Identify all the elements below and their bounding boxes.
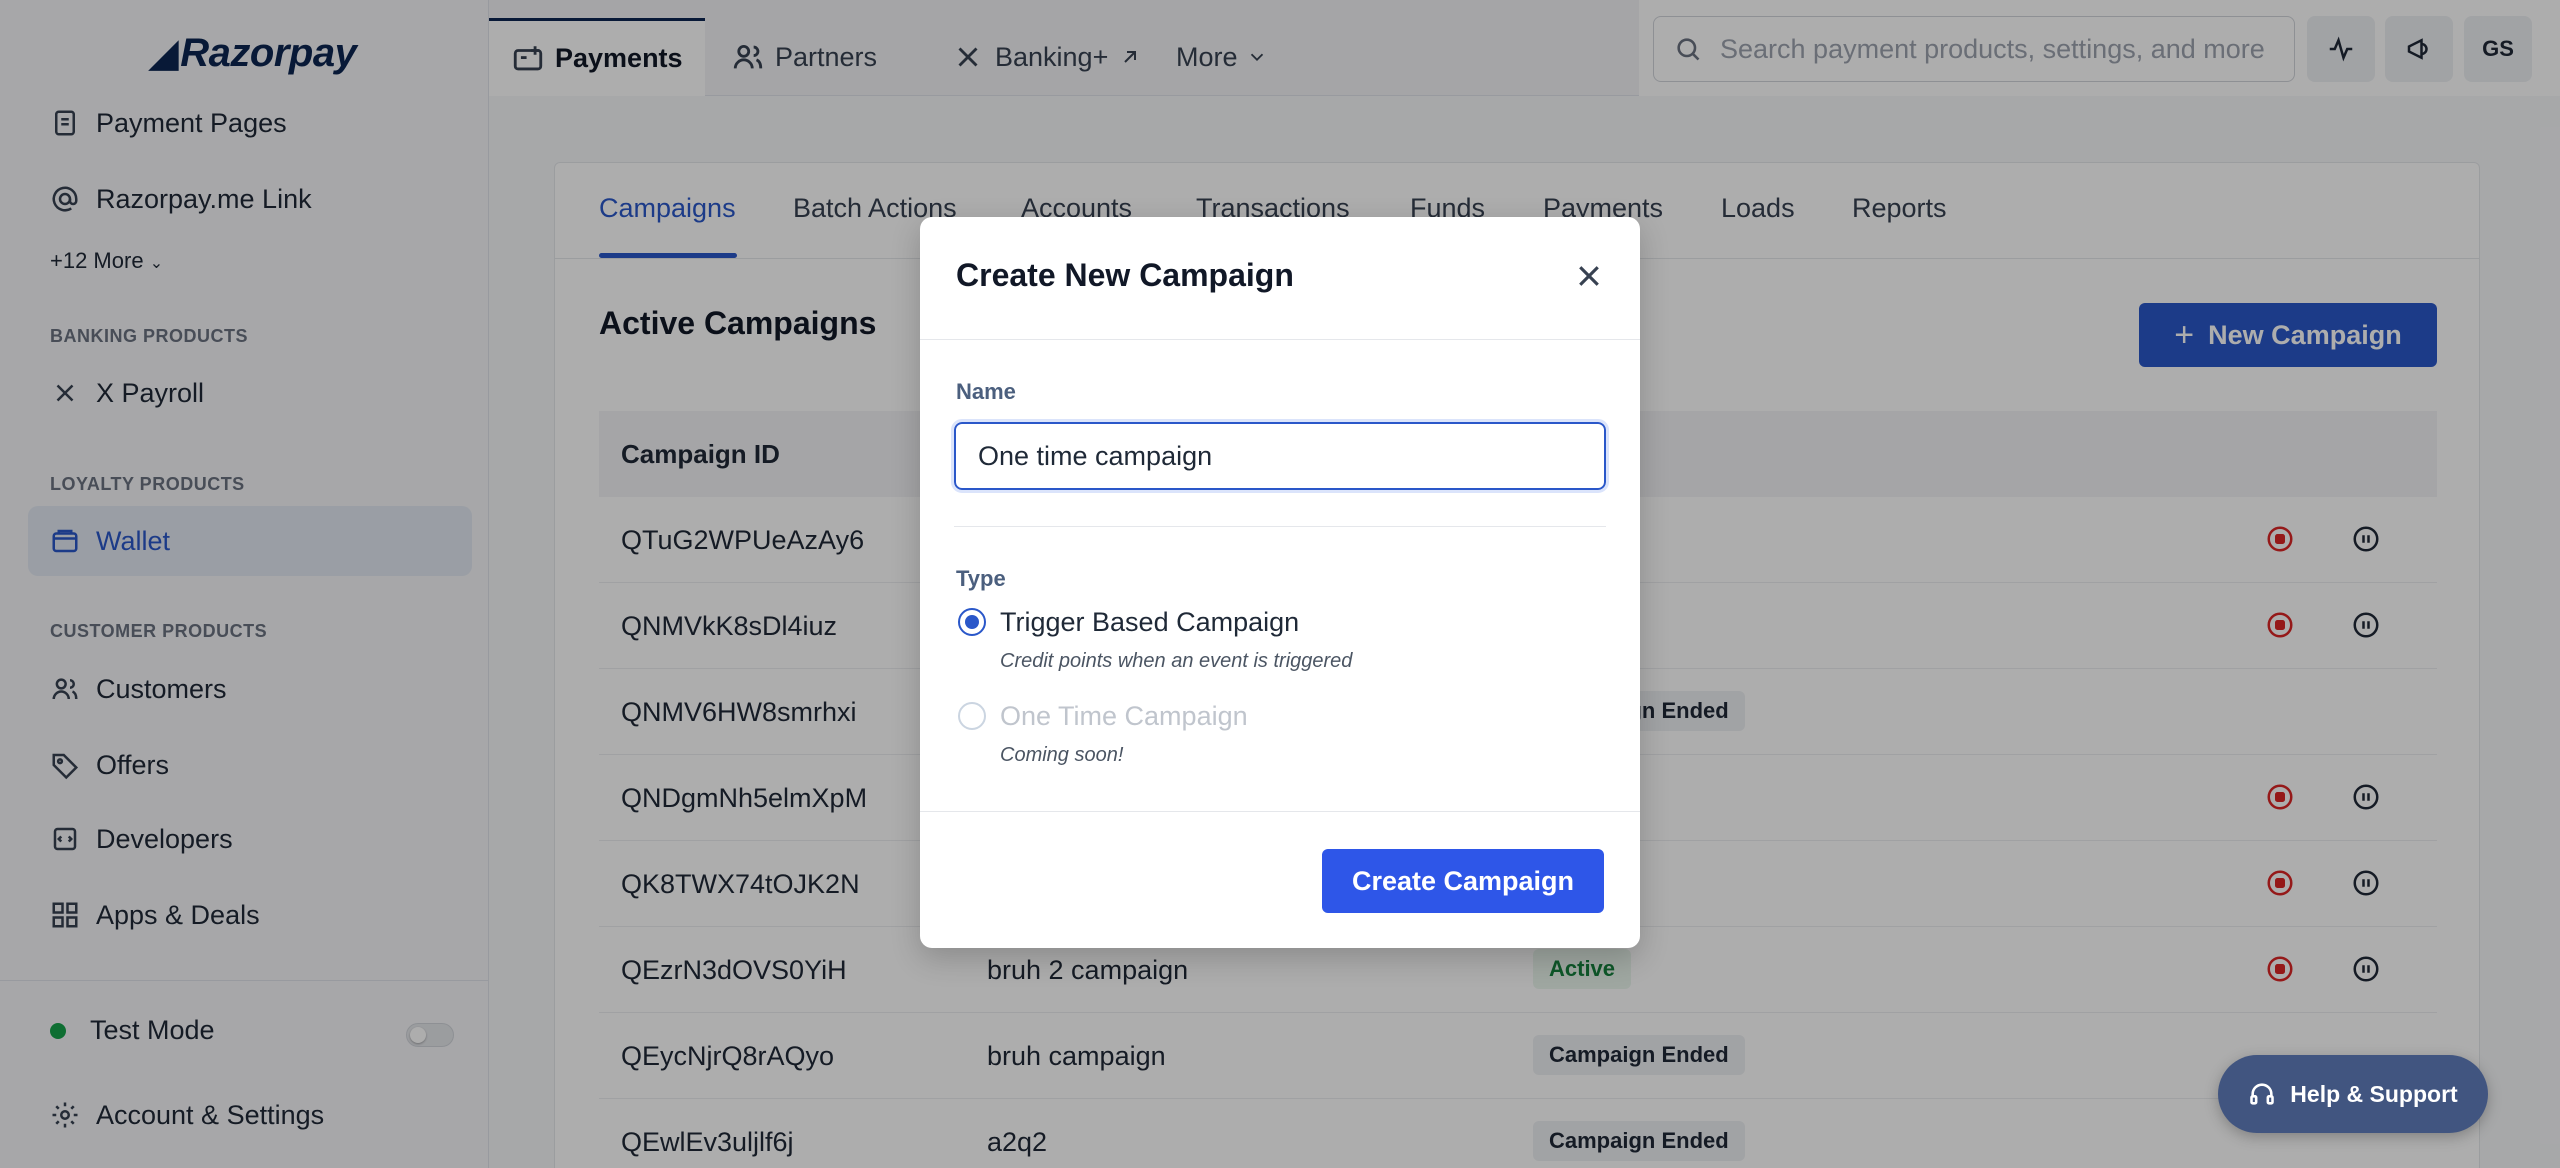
modal-title: Create New Campaign <box>956 257 1294 293</box>
footer-divider <box>920 811 1640 812</box>
campaign-name-input[interactable] <box>951 419 1609 493</box>
radio-help-trigger-based: Credit points when an event is triggered <box>1000 650 1353 672</box>
name-label: Name <box>956 379 1016 404</box>
close-button[interactable] <box>1574 261 1604 291</box>
type-label: Type <box>956 566 1006 591</box>
modal-divider <box>920 339 1640 340</box>
radio-label-trigger-based[interactable]: Trigger Based Campaign <box>1000 607 1299 638</box>
radio-help-one-time: Coming soon! <box>1000 744 1124 766</box>
help-support-button[interactable]: Help & Support <box>2218 1055 2488 1133</box>
radio-trigger-based[interactable] <box>958 608 986 636</box>
field-divider <box>954 526 1606 527</box>
create-campaign-modal: Create New Campaign Name Type Trigger Ba… <box>920 217 1640 948</box>
create-campaign-button[interactable]: Create Campaign <box>1322 849 1604 913</box>
radio-label-one-time: One Time Campaign <box>1000 701 1248 731</box>
headset-icon <box>2250 1083 2275 1105</box>
close-icon <box>1579 266 1599 286</box>
radio-one-time <box>958 702 986 730</box>
